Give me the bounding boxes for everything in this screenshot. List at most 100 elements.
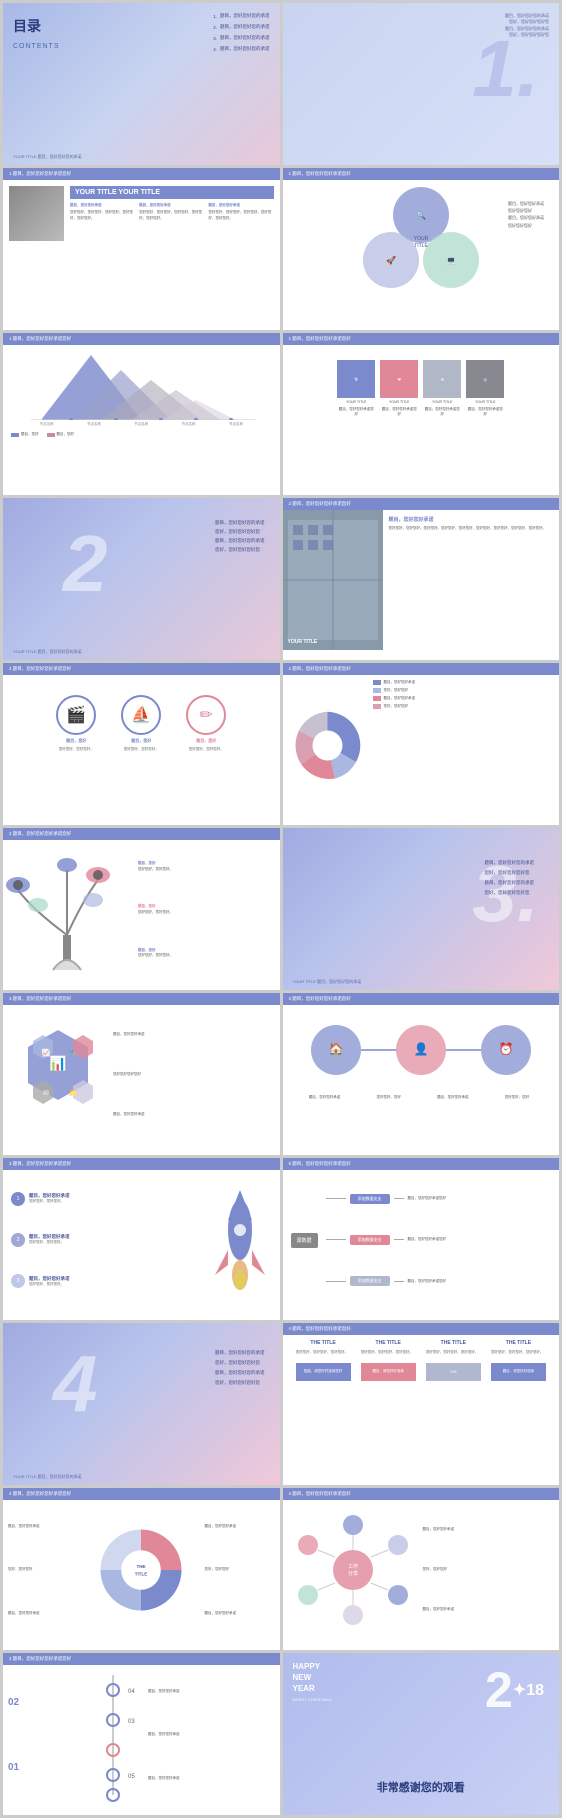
svg-text:🏠: 🏠 bbox=[328, 1042, 343, 1056]
network-svg: 工作 分享 bbox=[288, 1510, 418, 1630]
network-labels: 题目，您好您好承诺 您好，您好您好 题目，您好您好承诺 bbox=[418, 1505, 555, 1635]
col-body-2: 您好您好，您好您好，您好您好。 bbox=[361, 1350, 416, 1356]
timeline-content: 02 01 04 03 05 题目，您好您好承诺 bbox=[3, 1665, 280, 1805]
process-label-4: 您好您好，您好 bbox=[489, 1095, 544, 1100]
label-3: 题目，您好您好承诺 bbox=[508, 214, 544, 221]
year-part1: 2 bbox=[485, 1661, 513, 1719]
icon-label-2: 题目，您好 bbox=[131, 738, 151, 744]
icon-circle-3: ✏ bbox=[186, 695, 226, 735]
network-label-3: 题目，您好您好承诺 bbox=[423, 1607, 550, 1612]
icon-body-3: 您好您好，您好您好。 bbox=[181, 747, 231, 752]
timeline-svg: 04 03 05 bbox=[83, 1665, 143, 1805]
slide-11: 2 题目，您好您好您好承诺您好 bbox=[3, 828, 280, 990]
big-pie-svg: THE TITLE bbox=[96, 1525, 186, 1615]
s3-bottom: YOUR TITLE 题目，您好您好您的承诺 bbox=[293, 979, 362, 985]
tile-2-label: YOUR TITLE bbox=[380, 400, 418, 405]
t2: 节点名称 bbox=[87, 422, 101, 427]
toc-text-2: 题目，您好您好您的承诺 bbox=[220, 24, 270, 30]
toc-item-3: 3. 题目，您好您好您的承诺 bbox=[213, 35, 269, 41]
slide-3-title-block: YOUR TITLE YOUR TITLE 题目，您好您好承诺 您好您好，您好您… bbox=[70, 186, 274, 241]
s4-line-2: 您好，您好您好您好您 bbox=[215, 1358, 265, 1368]
slide-10: 2 题目，您好您好您好承诺您好 题目，您好您好承诺 bbox=[283, 663, 560, 825]
col-body-3: 您好您好，您好您好，您好您好。 bbox=[426, 1350, 481, 1356]
col-2-title: 题目，您好您好承诺 bbox=[139, 203, 204, 208]
slide-grid: 目录 CONTENTS 1. 题目，您好您好您的承诺 2. 题目，您好您好您的承… bbox=[0, 0, 562, 1818]
slide-3-header: 1 题目，您好您好您好承诺您好 bbox=[3, 168, 280, 180]
tile-3: ⚙ YOUR TITLE 题目，您好您好承诺您好 bbox=[423, 360, 461, 417]
slide-10-content: 题目，您好您好承诺 您好，您好您好 题目，您好您好承诺 您好，您好您好 bbox=[283, 675, 560, 815]
process-circles: 🏠 👤 ⏰ bbox=[283, 1005, 560, 1095]
tile-4-label: YOUR TITLE bbox=[466, 400, 504, 405]
icon-item-1: 🎬 题目，您好 您好您好，您好您好。 bbox=[51, 695, 101, 752]
thanks-area: 非常感谢您的观看 bbox=[293, 1779, 550, 1795]
flow-items: 添加数据支支 题目，您好您好承诺您好 添加数据支支 题目，您好您好承诺您好 添加… bbox=[326, 1178, 551, 1302]
section-4-text: 题目，您好您好您的承诺 您好，您好您好您好您 题目，您好您好您的承诺 您好，您好… bbox=[215, 1348, 265, 1388]
tree-label-3: 题目，您好 您好您好，您好您好。 bbox=[138, 948, 275, 959]
toc-item-1: 1. 题目，您好您好您的承诺 bbox=[213, 13, 269, 19]
tile-1-label: YOUR TITLE bbox=[337, 400, 375, 405]
slide-8: 2 题目，您好您好您好承诺您好 YOUR TITLE bbox=[283, 498, 560, 660]
s2-line-2: 您好，您好您好您好您 bbox=[215, 527, 265, 536]
rocket-svg bbox=[205, 1180, 275, 1300]
s4-line-1: 题目，您好您好您的承诺 bbox=[215, 1348, 265, 1358]
col-box-4: 题目，请您好好选择 bbox=[491, 1363, 546, 1381]
flow-box-1: 添加数据支支 bbox=[350, 1194, 390, 1204]
network-label-1: 题目，您好您好承诺 bbox=[423, 1527, 550, 1532]
tile-1-box: 💎 bbox=[337, 360, 375, 398]
slide-10-pie bbox=[288, 680, 368, 810]
your-title-label: YOUR TITLE YOUR TITLE bbox=[70, 186, 274, 199]
slide-18-header: 4 题目，您好您好您好承诺您好 bbox=[283, 1323, 560, 1335]
left-labels: 题目，您好您好承诺 您好，您好您好 题目，您好您好承诺 bbox=[8, 1505, 78, 1635]
col-title-3: THE TITLE bbox=[426, 1340, 481, 1346]
flow-result-3: 题目，您好您好承诺您好 bbox=[408, 1279, 551, 1284]
slide-7: 2 题目，您好您好您的承诺 您好，您好您好您好您 题目，您好您好您的承诺 您好，… bbox=[3, 498, 280, 660]
toc-item-2: 2. 题目，您好您好您的承诺 bbox=[213, 24, 269, 30]
hex-label-2: 您好您好您好您好 bbox=[113, 1072, 270, 1078]
tile-4-box: ◎ bbox=[466, 360, 504, 398]
slide-4-diagram: 🔍 🚀 💻 YOUR TITLE 题目，您好您好承诺 您好您好您好 题目，您好您… bbox=[283, 180, 560, 300]
source-label: 源数据 bbox=[291, 1233, 318, 1248]
flow-box-3: 添加数据支支 bbox=[350, 1276, 390, 1286]
slide-18: 4 题目，您好您好您好承诺您好 THE TITLE THE TITLE THE … bbox=[283, 1323, 560, 1485]
slide-15-header: 3 题目，您好您好您好承诺您好 bbox=[3, 1158, 280, 1170]
slide-8-photo: YOUR TITLE bbox=[283, 510, 383, 650]
slide-17: 4 题目，您好您好您的承诺 您好，您好您好您好您 题目，您好您好您的承诺 您好，… bbox=[3, 1323, 280, 1485]
s2-line-1: 题目，您好您好您的承诺 bbox=[215, 518, 265, 527]
s2-line-3: 题目，您好您好您的承诺 bbox=[215, 536, 265, 545]
svg-text:🔧: 🔧 bbox=[69, 1048, 78, 1057]
rocket-text-1: 题目，您好您好承诺 您好您好，您好您好。 bbox=[29, 1193, 70, 1204]
svg-text:📁: 📁 bbox=[69, 1089, 78, 1097]
tile-4: ◎ YOUR TITLE 题目，您好您好承诺您好 bbox=[466, 360, 504, 417]
toc-items: 1. 题目，您好您好您的承诺 2. 题目，您好您好您的承诺 3. 题目，您好您好… bbox=[213, 13, 269, 57]
tree-illustration bbox=[3, 840, 133, 980]
right-label-1: 题目，您好您好承诺 bbox=[205, 1524, 275, 1529]
col-body-1: 您好您好，您好您好，您好您好。 bbox=[296, 1350, 351, 1356]
process-label-2: 您好您好，您好 bbox=[361, 1095, 416, 1100]
col-title-1: THE TITLE bbox=[296, 1340, 351, 1346]
slide-5-header-text: 1 题目，您好您好您好承诺您好 bbox=[9, 336, 71, 342]
label-2: 您好您好您好 bbox=[508, 207, 544, 214]
s2-line-4: 您好，您好您好您好您 bbox=[215, 545, 265, 554]
col-2: 题目，您好您好承诺 您好您好，您好您好，您好您好。您好您好，您好您好。 bbox=[139, 203, 204, 221]
svg-text:⏰: ⏰ bbox=[498, 1041, 513, 1056]
t1: 节点名称 bbox=[40, 422, 54, 427]
slide-15-header-text: 3 题目，您好您好您好承诺您好 bbox=[9, 1161, 71, 1167]
slide-14: 3 题目，您好您好您好承诺您好 🏠 👤 ⏰ 题目，您好您好承诺 您好您好，您好 … bbox=[283, 993, 560, 1155]
big-pie-area: THE TITLE bbox=[78, 1505, 205, 1635]
t3: 节点名称 bbox=[134, 422, 148, 427]
slide-11-tree: 题目，您好 您好您好，您好您好。 题目，您好 您好您好，您好您好。 题目，您好 … bbox=[3, 840, 280, 980]
slide-10-header-text: 2 题目，您好您好您好承诺您好 bbox=[289, 666, 351, 672]
slide-13: 3 题目，您好您好您好承诺您好 📊 📈 🔧 ✉ 📁 bbox=[3, 993, 280, 1155]
circles-svg: 🔍 🚀 💻 YOUR TITLE bbox=[356, 180, 486, 300]
slide-13-content: 📊 📈 🔧 ✉ 📁 题目，您好您好承诺 您好您好您好您好 题目，您好您好承诺 bbox=[3, 1005, 280, 1145]
tl-label-2: 题目，您好您好承诺 bbox=[148, 1732, 275, 1737]
section-side-text-1: 题目，您好您好您的承诺 您好，您好您好您好您 题目，您好您好您的承诺 您好，您好… bbox=[505, 13, 549, 39]
tile-3-icon: ⚙ bbox=[440, 377, 444, 382]
flow-2: 添加数据支支 题目，您好您好承诺您好 bbox=[326, 1235, 551, 1245]
rocket-list: 1 题目，您好您好承诺 您好您好，您好您好。 2 题目，您好您好承诺 您好您好，… bbox=[3, 1170, 200, 1310]
slide-9-header: 2 题目，您好您好您好承诺您好 bbox=[3, 663, 280, 675]
col-box-2: 题目，请您好好选择 bbox=[361, 1363, 416, 1381]
tile-1: 💎 YOUR TITLE 题目，您好您好承诺您好 bbox=[337, 360, 375, 417]
right-labels: 题目，您好您好承诺 您好，您好您好 题目，您好您好承诺 bbox=[205, 1505, 275, 1635]
tile-1-icon: 💎 bbox=[354, 377, 359, 382]
